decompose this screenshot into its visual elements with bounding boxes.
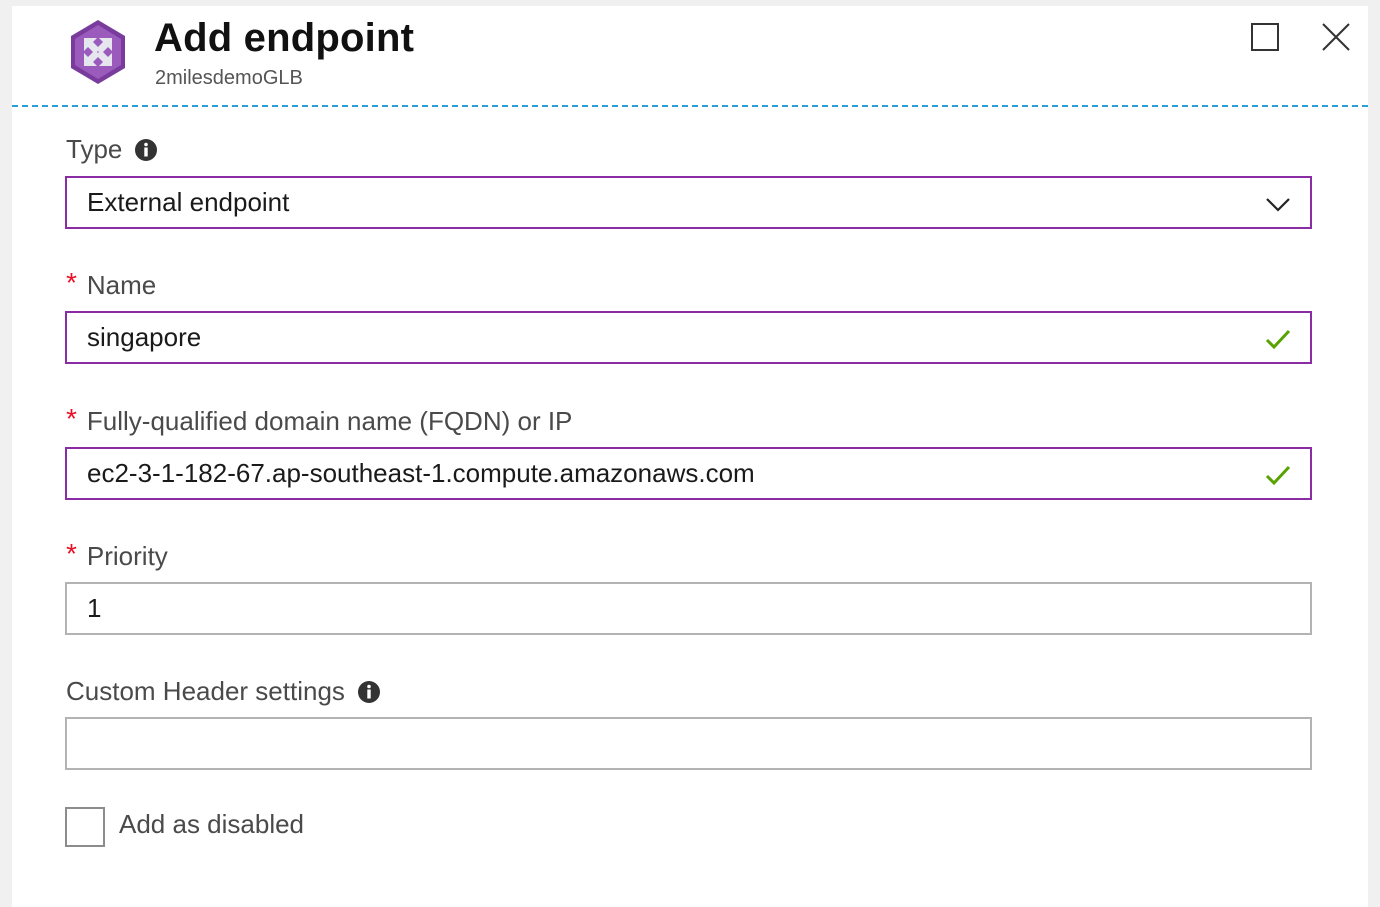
type-dropdown[interactable]: External endpoint (65, 176, 1312, 229)
fqdn-input[interactable]: ec2-3-1-182-67.ap-southeast-1.compute.am… (65, 447, 1312, 500)
add-as-disabled-checkbox[interactable] (65, 807, 105, 847)
checkmark-icon (1265, 329, 1291, 350)
chevron-down-icon (1266, 198, 1290, 212)
add-as-disabled-label: Add as disabled (119, 809, 305, 839)
blade-header: Add endpoint 2milesdemoGLB (12, 6, 1368, 107)
blade-subtitle: 2milesdemoGLB (155, 67, 303, 89)
blade-title: Add endpoint (154, 16, 415, 60)
maximize-button[interactable] (1244, 16, 1288, 60)
fqdn-input-value: ec2-3-1-182-67.ap-southeast-1.compute.am… (87, 458, 755, 488)
name-label-text: Name (86, 269, 157, 300)
traffic-manager-icon (64, 18, 132, 86)
close-icon (1322, 23, 1350, 51)
priority-label-text: Priority (86, 540, 168, 571)
custom-header-label: Custom Header settings (66, 676, 381, 707)
info-icon[interactable] (134, 138, 158, 162)
add-endpoint-blade: Add endpoint 2milesdemoGLB Type External… (12, 6, 1368, 907)
name-input[interactable]: singapore (65, 311, 1312, 364)
name-input-value: singapore (87, 322, 202, 352)
fqdn-label-text: Fully-qualified domain name (FQDN) or IP (86, 405, 573, 436)
name-label: * Name (66, 267, 157, 301)
priority-input[interactable]: 1 (65, 582, 1312, 635)
priority-input-value: 1 (87, 593, 102, 623)
close-button[interactable] (1314, 16, 1358, 60)
priority-label: * Priority (66, 538, 168, 572)
info-icon[interactable] (357, 680, 381, 704)
maximize-icon (1251, 23, 1279, 51)
required-asterisk: * (66, 403, 77, 434)
type-label: Type (66, 134, 158, 165)
checkmark-icon (1265, 465, 1291, 486)
required-asterisk: * (66, 267, 77, 298)
custom-header-label-text: Custom Header settings (66, 676, 345, 706)
fqdn-label: * Fully-qualified domain name (FQDN) or … (66, 403, 573, 437)
required-asterisk: * (66, 538, 77, 569)
type-label-text: Type (66, 134, 123, 164)
custom-header-input[interactable] (65, 717, 1312, 770)
type-dropdown-value: External endpoint (87, 187, 290, 217)
